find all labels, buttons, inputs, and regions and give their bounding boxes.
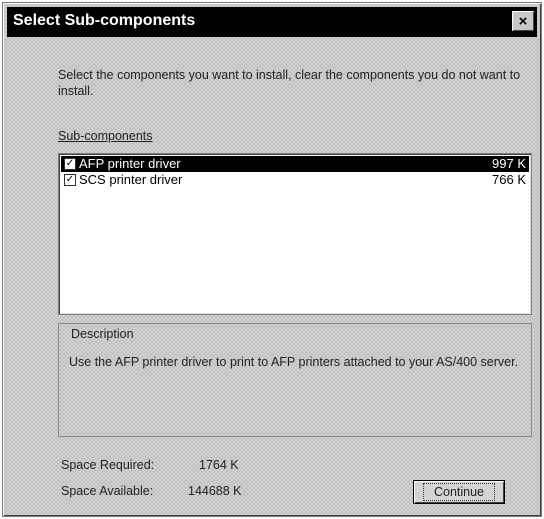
list-item-afp-printer-driver[interactable]: ✓ AFP printer driver 997 K: [61, 156, 529, 172]
description-group: Description Use the AFP printer driver t…: [58, 323, 532, 437]
close-button[interactable]: ×: [512, 11, 534, 31]
list-item-scs-printer-driver[interactable]: ✓ SCS printer driver 766 K: [61, 172, 529, 188]
list-item-name: SCS printer driver: [79, 172, 183, 187]
list-item-name: AFP printer driver: [79, 156, 181, 171]
instruction-text: Select the components you want to instal…: [58, 68, 521, 98]
description-text: Use the AFP printer driver to print to A…: [69, 355, 519, 369]
description-title: Description: [71, 327, 134, 341]
space-required-label: Space Required:: [61, 458, 155, 472]
space-available-value: 144688 K: [188, 484, 242, 498]
space-required-value: 1764 K: [199, 458, 239, 472]
title-bar[interactable]: Select Sub-components ×: [7, 7, 537, 37]
subcomponents-label-text: Sub-components: [58, 129, 153, 143]
checkbox-scs-printer-driver[interactable]: ✓: [64, 174, 76, 186]
continue-button-label: Continue: [422, 483, 496, 501]
checkmark-icon: ✓: [65, 158, 75, 169]
window-title: Select Sub-components: [13, 12, 196, 29]
subcomponents-listbox[interactable]: ✓ AFP printer driver 997 K ✓ SCS printer…: [58, 153, 532, 315]
space-available-label: Space Available:: [61, 484, 154, 498]
list-item-size: 997 K: [492, 156, 526, 171]
select-subcomponents-dialog: Select Sub-components × Select the compo…: [2, 2, 542, 517]
close-icon: ×: [518, 12, 528, 30]
subcomponents-label: Sub-components: [58, 129, 153, 143]
checkbox-afp-printer-driver[interactable]: ✓: [64, 158, 76, 170]
checkmark-icon: ✓: [65, 174, 75, 185]
list-item-size: 766 K: [492, 172, 526, 187]
continue-button[interactable]: Continue: [413, 480, 505, 504]
